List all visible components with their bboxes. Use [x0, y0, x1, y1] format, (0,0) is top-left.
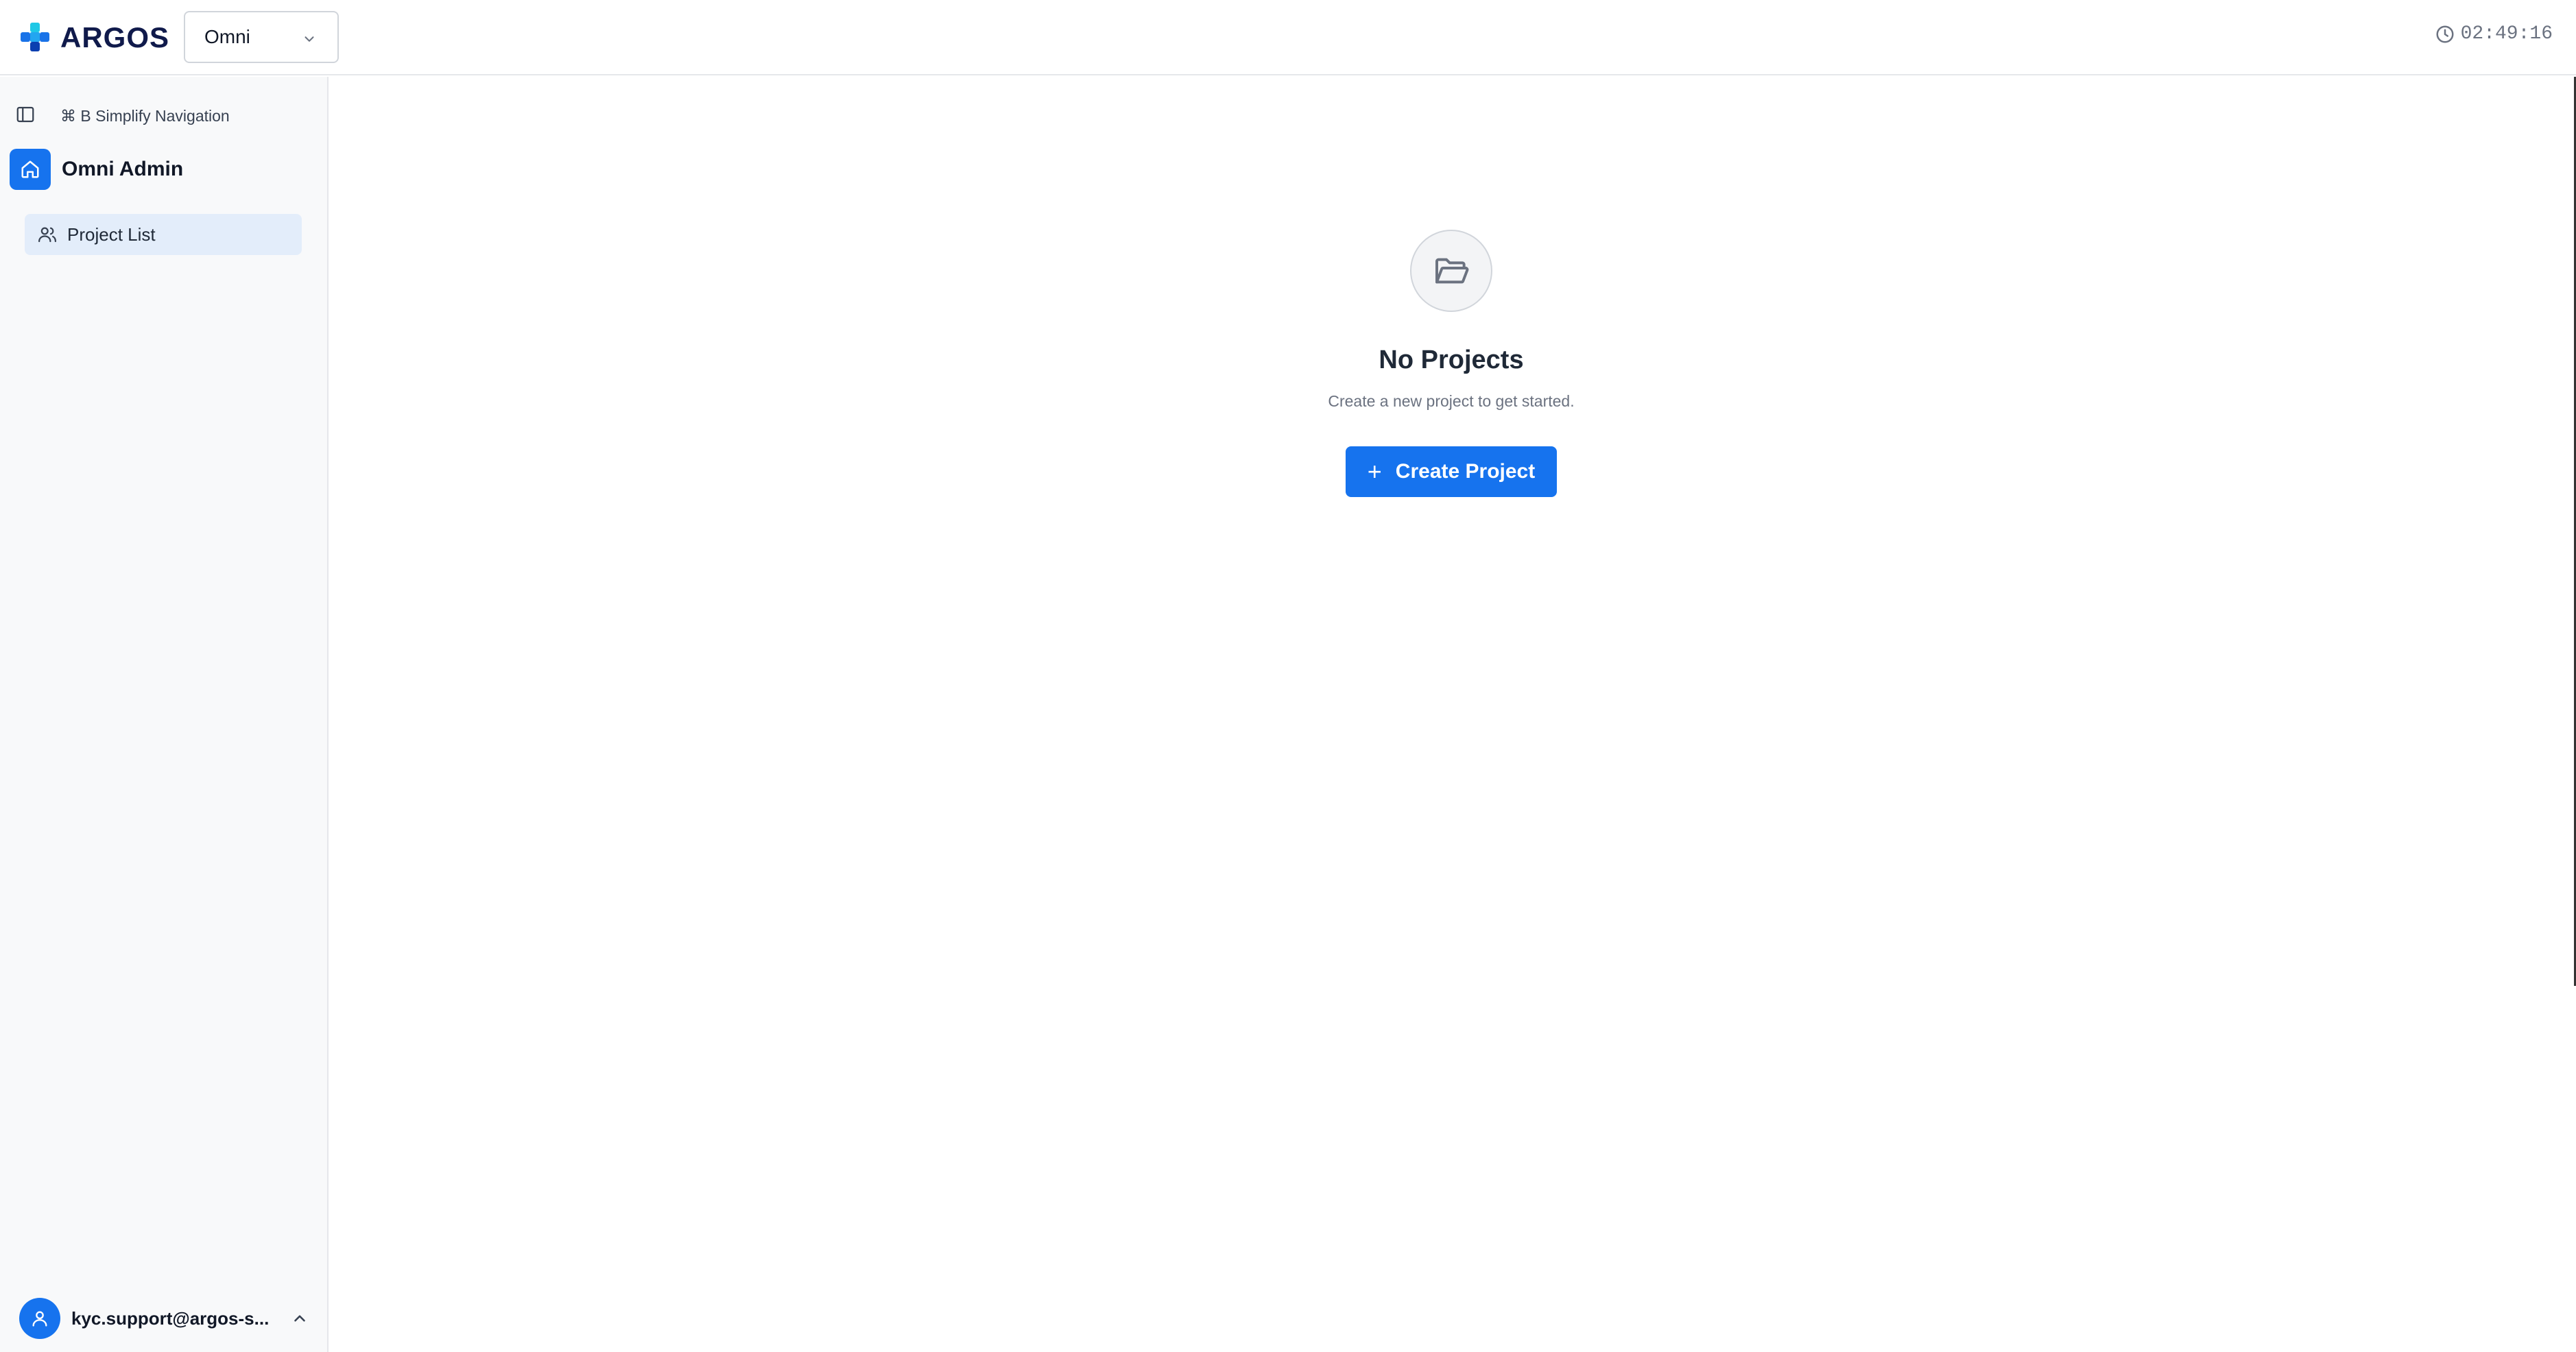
users-icon	[38, 227, 56, 243]
sidebar: ⌘ B Simplify Navigation Omni Admin Proje…	[0, 77, 329, 1352]
user-menu[interactable]: kyc.support@argos-s...	[19, 1297, 314, 1340]
chevron-up-icon	[294, 1315, 305, 1322]
empty-state-subtitle: Create a new project to get started.	[1328, 392, 1575, 410]
create-project-button[interactable]: + Create Project	[1346, 446, 1557, 497]
simplify-navigation-hint[interactable]: ⌘ B Simplify Navigation	[60, 107, 230, 125]
avatar	[19, 1298, 60, 1339]
user-email: kyc.support@argos-s...	[71, 1307, 270, 1329]
sidebar-item-label: Project List	[67, 224, 156, 245]
create-project-label: Create Project	[1395, 460, 1536, 483]
main-content: No Projects Create a new project to get …	[330, 77, 2576, 1352]
sidebar-item-project-list[interactable]: Project List	[25, 214, 302, 255]
logo-text: ARGOS	[60, 21, 170, 53]
argos-logo-icon	[21, 23, 49, 51]
clock: 02:49:16	[2435, 23, 2553, 45]
top-bar: ARGOS Omni 02:49:16	[0, 0, 2576, 75]
argos-logo[interactable]: ARGOS	[19, 21, 169, 55]
home-icon	[21, 160, 39, 178]
clock-icon	[2436, 25, 2454, 43]
chevron-down-icon	[305, 36, 314, 42]
organization-select-value: Omni	[204, 26, 250, 47]
empty-state-title: No Projects	[1379, 346, 1524, 374]
plus-icon: +	[1367, 457, 1382, 485]
folder-open-icon	[1435, 258, 1469, 284]
clock-time: 02:49:16	[2460, 23, 2553, 45]
workspace-icon-wrapper	[10, 149, 51, 190]
user-icon	[32, 1311, 47, 1327]
organization-select[interactable]: Omni	[184, 11, 339, 63]
sidebar-toggle-icon[interactable]	[15, 104, 36, 125]
workspace-header[interactable]: Omni Admin	[10, 148, 183, 191]
empty-state-icon-wrapper	[1410, 230, 1492, 312]
workspace-name: Omni Admin	[62, 158, 184, 180]
